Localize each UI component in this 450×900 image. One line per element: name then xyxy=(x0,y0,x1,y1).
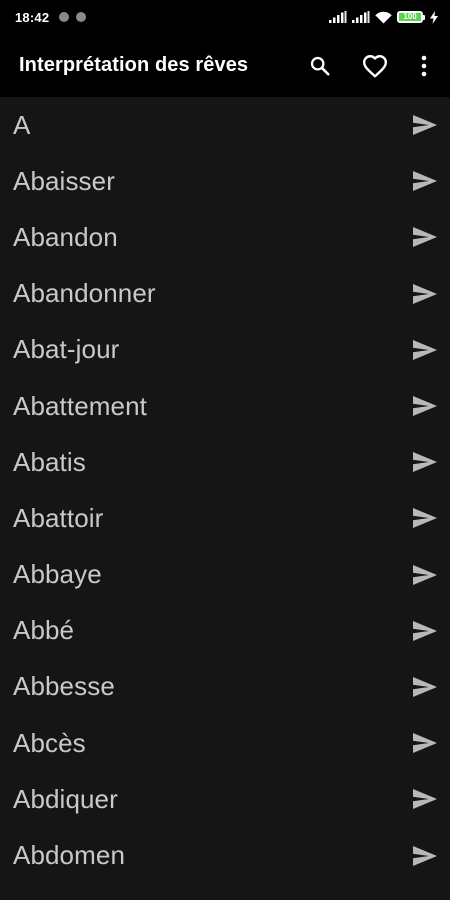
notification-dot-icon xyxy=(59,12,70,22)
send-arrow-icon xyxy=(413,115,437,136)
app-bar-actions xyxy=(298,34,450,97)
heart-icon xyxy=(362,54,388,77)
send-arrow-icon xyxy=(413,396,437,417)
send-arrow-icon xyxy=(413,171,437,192)
list-item[interactable]: Abatis xyxy=(0,434,450,490)
list-item[interactable]: Abdiquer xyxy=(0,771,450,827)
favorites-button[interactable] xyxy=(353,44,397,88)
search-button[interactable] xyxy=(298,44,342,88)
app-bar: Interprétation des rêves xyxy=(0,34,450,97)
send-arrow-icon xyxy=(413,564,437,585)
page-title: Interprétation des rêves xyxy=(19,54,249,76)
wifi-icon xyxy=(375,11,392,24)
send-arrow-icon xyxy=(413,789,437,810)
word-label: Abcès xyxy=(13,727,86,758)
send-arrow-icon xyxy=(413,283,437,304)
list-item[interactable]: Abcès xyxy=(0,715,450,771)
status-bar: 18:42 100 xyxy=(0,0,450,34)
word-label: Abeille xyxy=(13,896,92,900)
word-label: Abandonner xyxy=(13,278,156,309)
search-icon xyxy=(310,56,330,76)
word-label: Abaisser xyxy=(13,165,115,196)
cell-signal-icon xyxy=(329,11,347,23)
battery-icon: 100 xyxy=(397,11,425,23)
list-item[interactable]: Abaisser xyxy=(0,153,450,209)
word-label: Abbé xyxy=(13,615,75,646)
list-item[interactable]: Abandonner xyxy=(0,266,450,322)
word-label: Abandon xyxy=(13,221,118,252)
send-arrow-icon xyxy=(413,508,437,529)
status-icons: 100 xyxy=(329,10,438,24)
list-item[interactable]: Abandon xyxy=(0,209,450,265)
cell-signal-icon xyxy=(352,11,370,23)
word-label: Abbaye xyxy=(13,559,102,590)
list-item[interactable]: Abat-jour xyxy=(0,322,450,378)
word-label: Abattoir xyxy=(13,502,104,533)
word-label: Abattement xyxy=(13,390,147,421)
send-arrow-icon xyxy=(413,339,437,360)
notification-dot-icon xyxy=(76,12,87,22)
status-time: 18:42 xyxy=(15,9,50,25)
more-vert-icon xyxy=(421,55,427,76)
list-item[interactable]: Abbesse xyxy=(0,659,450,715)
word-label: Abat-jour xyxy=(13,334,120,365)
list-item[interactable]: Abdomen xyxy=(0,827,450,883)
list-item[interactable]: A xyxy=(0,97,450,153)
word-list[interactable]: A Abaisser Abandon Abandonner Abat-jour Abatt… xyxy=(0,97,450,900)
list-item[interactable]: Abeille xyxy=(0,884,450,900)
send-arrow-icon xyxy=(413,227,437,248)
charging-bolt-icon xyxy=(430,10,438,24)
send-arrow-icon xyxy=(413,620,437,641)
send-arrow-icon xyxy=(413,733,437,754)
word-label: Abdomen xyxy=(13,840,125,871)
list-item[interactable]: Abattoir xyxy=(0,490,450,546)
send-arrow-icon xyxy=(413,452,437,473)
more-options-button[interactable] xyxy=(402,44,446,88)
send-arrow-icon xyxy=(413,676,437,697)
list-item[interactable]: Abbé xyxy=(0,603,450,659)
list-item[interactable]: Abbaye xyxy=(0,547,450,603)
word-label: Abatis xyxy=(13,446,86,477)
word-label: Abbesse xyxy=(13,671,115,702)
battery-level: 100 xyxy=(403,12,417,21)
word-label: A xyxy=(13,109,31,140)
word-label: Abdiquer xyxy=(13,783,118,814)
send-arrow-icon xyxy=(413,845,437,866)
list-item[interactable]: Abattement xyxy=(0,378,450,434)
